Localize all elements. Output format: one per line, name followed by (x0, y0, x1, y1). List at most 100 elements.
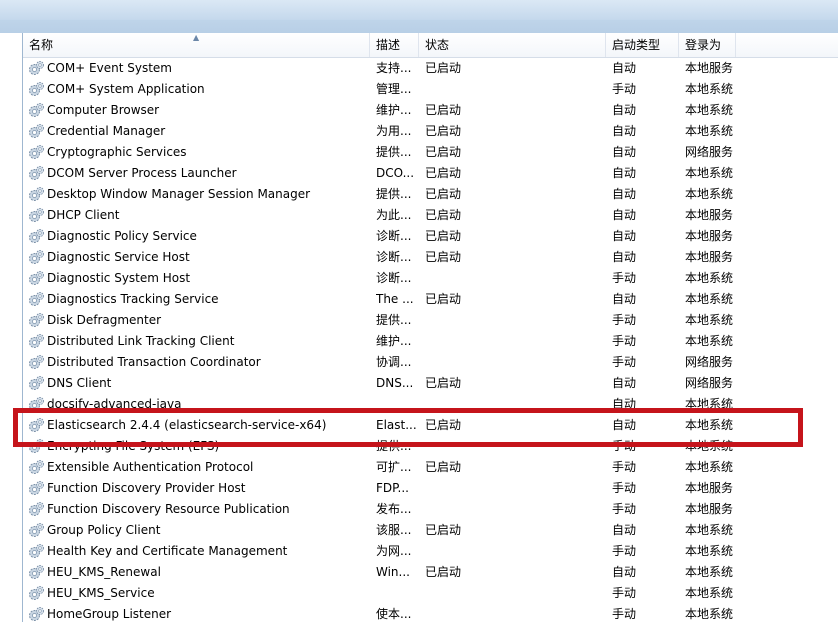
service-row[interactable]: Health Key and Certificate Management 为网.… (23, 541, 838, 562)
service-row[interactable]: Encrypting File System (EFS) 提供... 手动 本地系统 (23, 436, 838, 457)
service-logon-as: 本地服务 (685, 250, 734, 264)
service-status: 已启动 (425, 103, 462, 117)
service-name: DNS Client (47, 376, 112, 390)
service-startup-type: 自动 (612, 292, 637, 306)
service-row[interactable]: DCOM Server Process Launcher DCO... 已启动 自动 本… (23, 163, 838, 184)
gear-icon (28, 417, 45, 434)
service-startup-type: 手动 (612, 481, 637, 495)
service-name: Desktop Window Manager Session Manager (47, 187, 311, 201)
service-name: Disk Defragmenter (47, 313, 162, 327)
service-logon-as: 本地系统 (685, 82, 734, 96)
service-status (425, 541, 495, 562)
window-top-band (0, 0, 838, 33)
service-status (425, 268, 495, 289)
service-status: 已启动 (425, 460, 462, 474)
column-header-description[interactable]: 描述 (370, 33, 419, 57)
service-startup-type: 自动 (612, 397, 637, 411)
service-startup-type: 自动 (612, 418, 637, 432)
service-row[interactable]: Distributed Transaction Coordinator 协调...… (23, 352, 838, 373)
gear-icon (28, 249, 45, 266)
service-description: 该服... (376, 523, 412, 537)
service-row[interactable]: Cryptographic Services 提供... 已启动 自动 网络服务 (23, 142, 838, 163)
gear-icon (28, 81, 45, 98)
service-logon-as: 网络服务 (685, 145, 734, 159)
services-list[interactable]: 名称 ▲ 描述 状态 启动类型 登录为 COM+ Event System 支持.… (22, 33, 838, 622)
gear-icon (28, 144, 45, 161)
service-row[interactable]: Extensible Authentication Protocol 可扩... 已… (23, 457, 838, 478)
gear-icon (28, 501, 45, 518)
gear-icon (28, 333, 45, 350)
service-description: 提供... (376, 313, 412, 327)
column-header-logon-as[interactable]: 登录为 (679, 33, 736, 57)
service-startup-type: 自动 (612, 565, 637, 579)
service-row[interactable]: Group Policy Client 该服... 已启动 自动 本地系统 (23, 520, 838, 541)
service-row[interactable]: Disk Defragmenter 提供... 手动 本地系统 (23, 310, 838, 331)
service-row[interactable]: Elasticsearch 2.4.4 (elasticsearch-servi… (23, 415, 838, 436)
service-status: 已启动 (425, 187, 462, 201)
service-name: Distributed Link Tracking Client (47, 334, 235, 348)
service-row[interactable]: DHCP Client 为此... 已启动 自动 本地服务 (23, 205, 838, 226)
sort-ascending-icon: ▲ (193, 33, 200, 42)
service-row[interactable]: Diagnostic System Host 诊断... 手动 本地系统 (23, 268, 838, 289)
service-description: 可扩... (376, 460, 412, 474)
column-header-description-label: 描述 (376, 38, 401, 52)
service-status (425, 331, 495, 352)
service-name: HEU_KMS_Renewal (47, 565, 161, 579)
service-row[interactable]: Distributed Link Tracking Client 维护... 手动 本… (23, 331, 838, 352)
service-description (376, 583, 418, 604)
service-name: Diagnostic Service Host (47, 250, 190, 264)
service-row[interactable]: Diagnostics Tracking Service The ... 已启动 自动… (23, 289, 838, 310)
service-status (425, 583, 495, 604)
service-startup-type: 自动 (612, 187, 637, 201)
service-startup-type: 自动 (612, 124, 637, 138)
service-row[interactable]: COM+ Event System 支持... 已启动 自动 本地服务 (23, 58, 838, 79)
service-logon-as: 本地系统 (685, 418, 734, 432)
column-header-status-label: 状态 (425, 38, 450, 52)
service-startup-type: 自动 (612, 61, 637, 75)
service-startup-type: 手动 (612, 439, 637, 453)
service-logon-as: 本地系统 (685, 544, 734, 558)
service-row[interactable]: Desktop Window Manager Session Manager 提供… (23, 184, 838, 205)
service-row[interactable]: Credential Manager 为用... 已启动 自动 本地系统 (23, 121, 838, 142)
service-description: 提供... (376, 187, 412, 201)
service-row[interactable]: Function Discovery Resource Publication 发… (23, 499, 838, 520)
service-row[interactable]: Diagnostic Policy Service 诊断... 已启动 自动 本地服务 (23, 226, 838, 247)
column-header-status[interactable]: 状态 (419, 33, 606, 57)
service-status (425, 79, 495, 100)
service-logon-as: 本地系统 (685, 103, 734, 117)
service-row[interactable]: DNS Client DNS... 已启动 自动 网络服务 (23, 373, 838, 394)
gear-icon (28, 375, 45, 392)
gear-icon (28, 522, 45, 539)
service-startup-type: 手动 (612, 334, 637, 348)
service-description: 协调... (376, 355, 412, 369)
service-description: 支持... (376, 61, 412, 75)
service-description: 管理... (376, 82, 412, 96)
service-row[interactable]: docsify-advanced-java 自动 本地系统 (23, 394, 838, 415)
service-row[interactable]: Diagnostic Service Host 诊断... 已启动 自动 本地服务 (23, 247, 838, 268)
service-logon-as: 本地系统 (685, 313, 734, 327)
service-logon-as: 本地服务 (685, 229, 734, 243)
column-header-logon-as-label: 登录为 (685, 38, 722, 52)
gear-icon (28, 585, 45, 602)
column-header-startup-type[interactable]: 启动类型 (606, 33, 679, 57)
service-startup-type: 手动 (612, 271, 637, 285)
service-row[interactable]: Function Discovery Provider Host FDP... 手动… (23, 478, 838, 499)
service-name: Distributed Transaction Coordinator (47, 355, 261, 369)
service-name: Diagnostics Tracking Service (47, 292, 219, 306)
service-row[interactable]: HEU_KMS_Service 手动 本地系统 (23, 583, 838, 604)
service-row[interactable]: COM+ System Application 管理... 手动 本地系统 (23, 79, 838, 100)
service-logon-as: 本地系统 (685, 397, 734, 411)
service-logon-as: 网络服务 (685, 376, 734, 390)
service-description: FDP... (376, 481, 409, 495)
service-row[interactable]: Computer Browser 维护... 已启动 自动 本地系统 (23, 100, 838, 121)
service-description: 发布... (376, 502, 412, 516)
gear-icon (28, 291, 45, 308)
service-name: Computer Browser (47, 103, 160, 117)
service-row[interactable]: HEU_KMS_Renewal Win... 已启动 自动 本地系统 (23, 562, 838, 583)
service-name: Diagnostic System Host (47, 271, 191, 285)
column-header: 名称 ▲ 描述 状态 启动类型 登录为 (23, 33, 838, 58)
service-logon-as: 网络服务 (685, 355, 734, 369)
service-startup-type: 手动 (612, 313, 637, 327)
gear-icon (28, 102, 45, 119)
service-logon-as: 本地服务 (685, 481, 734, 495)
